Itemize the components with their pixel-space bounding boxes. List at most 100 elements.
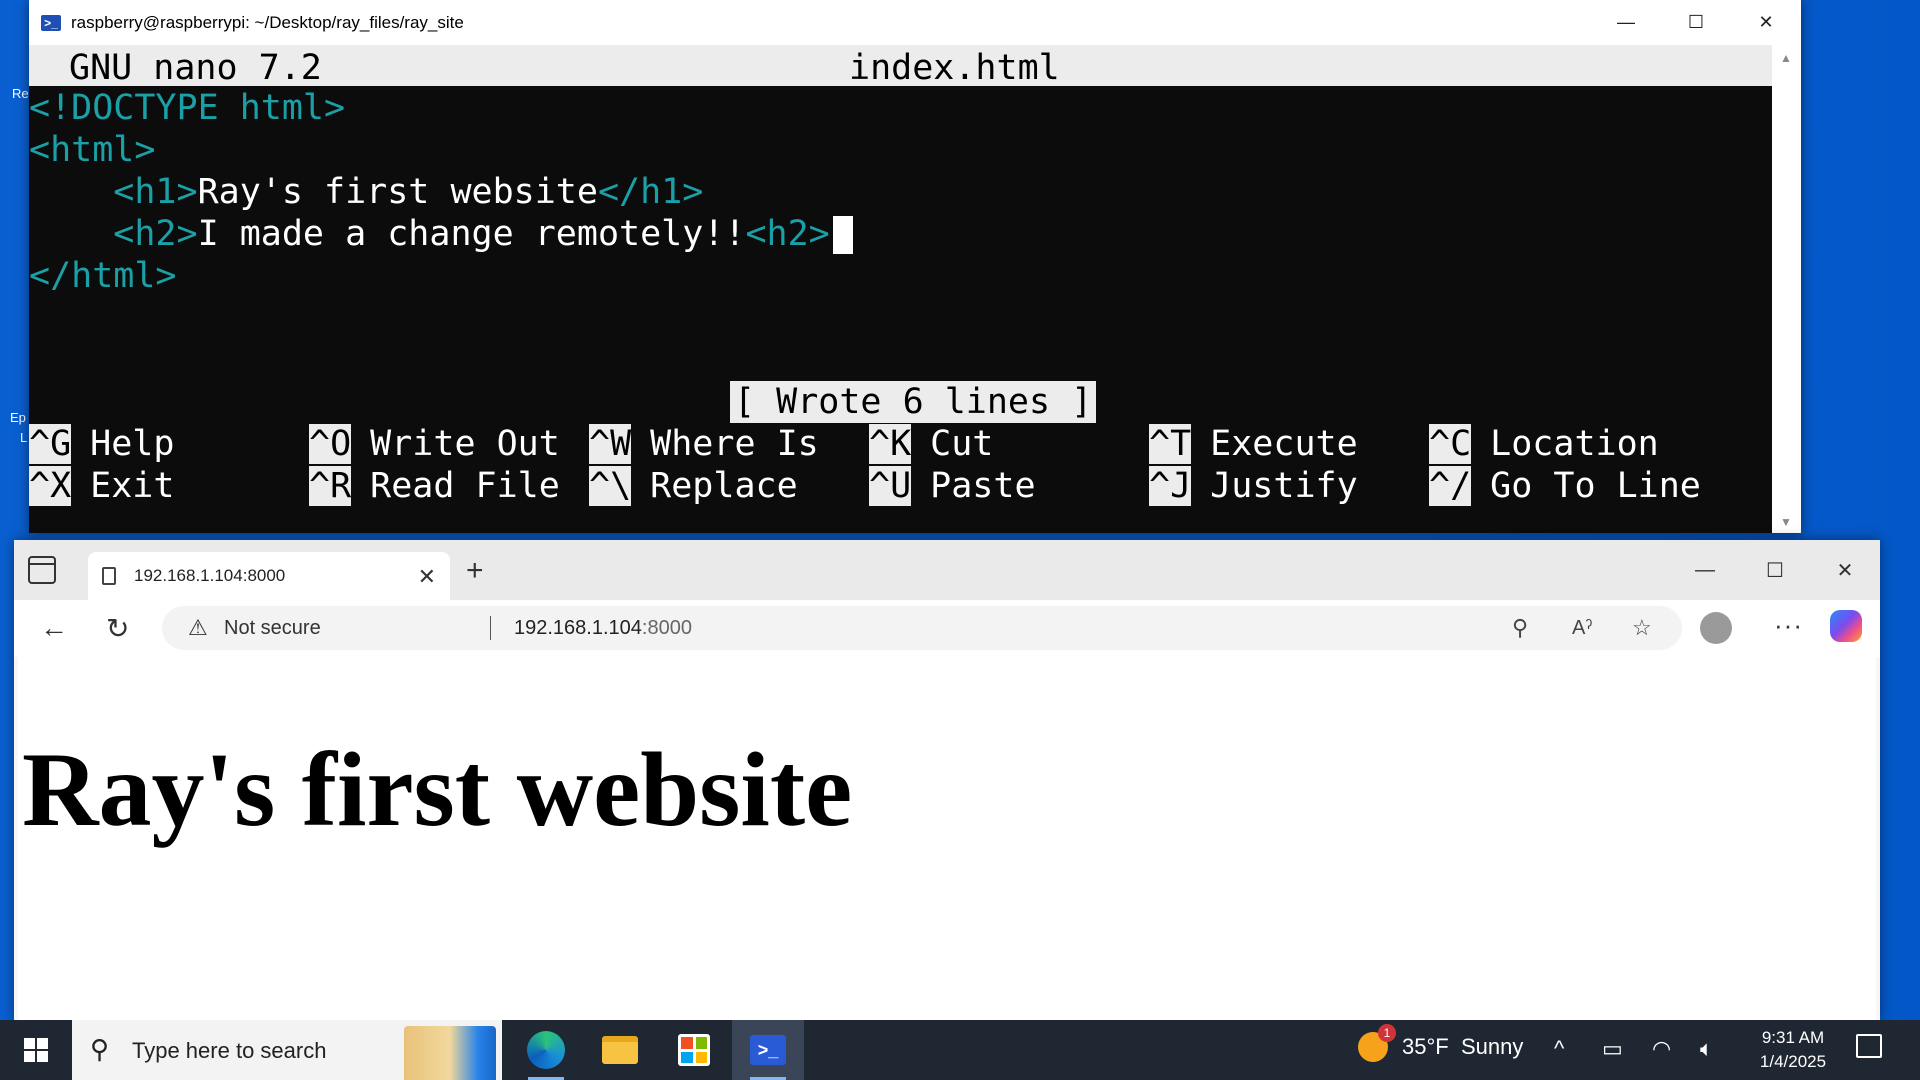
taskbar-edge[interactable]: [510, 1020, 582, 1080]
folder-icon: [602, 1036, 638, 1064]
shortcut-label: Exit: [90, 466, 175, 506]
more-options-icon[interactable]: ···: [1774, 610, 1803, 641]
notification-icon[interactable]: [1856, 1034, 1882, 1058]
refresh-button[interactable]: ↻: [106, 612, 129, 645]
back-button[interactable]: ←: [40, 612, 68, 644]
search-placeholder: Type here to search: [132, 1038, 327, 1063]
edge-icon: [527, 1031, 565, 1069]
chevron-up-icon[interactable]: ^: [1554, 1036, 1564, 1062]
shortcut-key: ^J: [1149, 466, 1192, 506]
shortcut-go-to-line[interactable]: ^/ Go To Line: [1429, 465, 1701, 507]
shortcut-replace[interactable]: ^\ Replace: [589, 465, 798, 507]
shortcut-key: ^\: [589, 466, 632, 506]
shortcut-location[interactable]: ^C Location: [1429, 423, 1659, 465]
profile-avatar[interactable]: [1700, 612, 1732, 644]
favorite-star-icon[interactable]: ☆: [1632, 615, 1652, 641]
taskbar-store[interactable]: [658, 1020, 730, 1080]
browser-toolbar: ← ↻ ⚠ Not secure 192.168.1.104:8000 ⚲ Aˀ…: [14, 600, 1880, 657]
shortcut-label: Help: [90, 424, 175, 464]
clock-date: 1/4/2025: [1759, 1052, 1827, 1071]
code-tag: <!DOCTYPE html>: [29, 88, 346, 128]
desktop-icon-label: L: [20, 430, 28, 445]
minimize-button[interactable]: —: [1591, 0, 1661, 45]
sun-icon: 1: [1358, 1024, 1396, 1062]
powershell-icon: >_: [750, 1035, 786, 1065]
status-message: [ Wrote 6 lines ]: [730, 381, 1097, 423]
shortcut-label: Write Out: [370, 424, 560, 464]
tab-active[interactable]: 192.168.1.104:8000 ✕: [88, 552, 450, 600]
clock[interactable]: 9:31 AM 1/4/2025: [1748, 1026, 1838, 1074]
shortcut-key: ^G: [29, 424, 72, 464]
code-tag: </html>: [29, 256, 177, 296]
url-host: 192.168.1.104: [514, 617, 642, 639]
code-line[interactable]: </html>: [29, 255, 177, 297]
shortcut-label: Read File: [370, 466, 560, 506]
wifi-icon[interactable]: ◠: [1652, 1036, 1671, 1062]
shortcut-cut[interactable]: ^K Cut: [869, 423, 993, 465]
code-tag: </h1>: [597, 172, 704, 212]
taskbar-file-explorer[interactable]: [584, 1020, 656, 1080]
code-line[interactable]: <h1>Ray's first website</h1>: [29, 171, 703, 213]
start-button[interactable]: [0, 1020, 72, 1080]
shortcut-write-out[interactable]: ^O Write Out: [309, 423, 560, 465]
code-tag: <html>: [29, 130, 156, 170]
zoom-icon[interactable]: ⚲: [1512, 615, 1528, 641]
browser-maximize-button[interactable]: ☐: [1740, 540, 1810, 600]
shortcut-help[interactable]: ^G Help: [29, 423, 174, 465]
address-bar[interactable]: ⚠ Not secure 192.168.1.104:8000 ⚲ Aˀ ☆: [162, 606, 1682, 650]
tab-title: 192.168.1.104:8000: [134, 566, 286, 585]
scroll-down-icon[interactable]: ▼: [1780, 515, 1792, 529]
shortcut-where-is[interactable]: ^W Where Is: [589, 423, 819, 465]
shortcut-exit[interactable]: ^X Exit: [29, 465, 174, 507]
shortcut-key: ^R: [309, 466, 352, 506]
search-icon: ⚲: [90, 1034, 110, 1064]
page-icon: [102, 567, 116, 585]
security-label[interactable]: Not secure: [224, 617, 321, 640]
shortcut-label: Location: [1490, 424, 1659, 464]
shortcut-execute[interactable]: ^T Execute: [1149, 423, 1358, 465]
battery-icon[interactable]: ▭: [1602, 1036, 1623, 1062]
taskbar-powershell[interactable]: >_: [732, 1020, 804, 1080]
shortcut-key: ^T: [1149, 424, 1192, 464]
terminal-window[interactable]: >_ raspberry@raspberrypi: ~/Desktop/ray_…: [29, 0, 1801, 533]
terminal-scrollbar[interactable]: ▲ ▼: [1772, 45, 1801, 533]
shortcut-key: ^C: [1429, 424, 1472, 464]
shortcut-label: Go To Line: [1490, 466, 1701, 506]
tab-close-icon[interactable]: ✕: [418, 564, 436, 590]
new-tab-button[interactable]: +: [466, 554, 484, 588]
shortcut-key: ^X: [29, 466, 72, 506]
tab-actions-icon[interactable]: [28, 556, 56, 584]
desktop-icon-label: Re: [12, 86, 29, 101]
shortcut-justify[interactable]: ^J Justify: [1149, 465, 1358, 507]
terminal-titlebar[interactable]: >_ raspberry@raspberrypi: ~/Desktop/ray_…: [29, 0, 1801, 45]
taskbar-search[interactable]: ⚲ Type here to search: [72, 1020, 502, 1080]
shortcut-key: ^U: [869, 466, 912, 506]
scroll-up-icon[interactable]: ▲: [1780, 51, 1792, 65]
maximize-button[interactable]: ☐: [1661, 0, 1731, 45]
weather-badge: 1: [1378, 1024, 1396, 1042]
shortcut-paste[interactable]: ^U Paste: [869, 465, 1036, 507]
code-line[interactable]: <!DOCTYPE html>: [29, 87, 345, 129]
close-button[interactable]: ✕: [1731, 0, 1801, 45]
browser-window[interactable]: 192.168.1.104:8000 ✕ + — ☐ ✕ ← ↻ ⚠ Not s…: [14, 540, 1880, 1020]
terminal-title: raspberry@raspberrypi: ~/Desktop/ray_fil…: [71, 12, 464, 32]
warning-icon[interactable]: ⚠: [188, 615, 208, 641]
code-line[interactable]: <h2>I made a change remotely!!<h2>: [29, 213, 853, 255]
url-text[interactable]: 192.168.1.104:8000: [514, 617, 692, 640]
read-aloud-icon[interactable]: Aˀ: [1572, 617, 1592, 640]
shortcut-label: Replace: [650, 466, 798, 506]
nano-editor[interactable]: GNU nano 7.2 index.html <!DOCTYPE html> …: [29, 45, 1772, 533]
code-line[interactable]: <html>: [29, 129, 155, 171]
weather-widget[interactable]: 1 35°F Sunny: [1358, 1024, 1524, 1062]
browser-minimize-button[interactable]: —: [1670, 540, 1740, 600]
volume-icon[interactable]: 🔈︎: [1700, 1036, 1713, 1062]
desktop-icon-label: Ep: [10, 410, 26, 425]
nano-header: GNU nano 7.2 index.html: [29, 45, 1772, 88]
url-port: :8000: [641, 617, 692, 639]
shortcut-read-file[interactable]: ^R Read File: [309, 465, 560, 507]
copilot-icon[interactable]: [1830, 610, 1862, 642]
weather-desc: Sunny: [1460, 1034, 1524, 1059]
browser-close-button[interactable]: ✕: [1810, 540, 1880, 600]
shortcut-key: ^K: [869, 424, 912, 464]
code-tag: <h2>: [29, 214, 198, 254]
